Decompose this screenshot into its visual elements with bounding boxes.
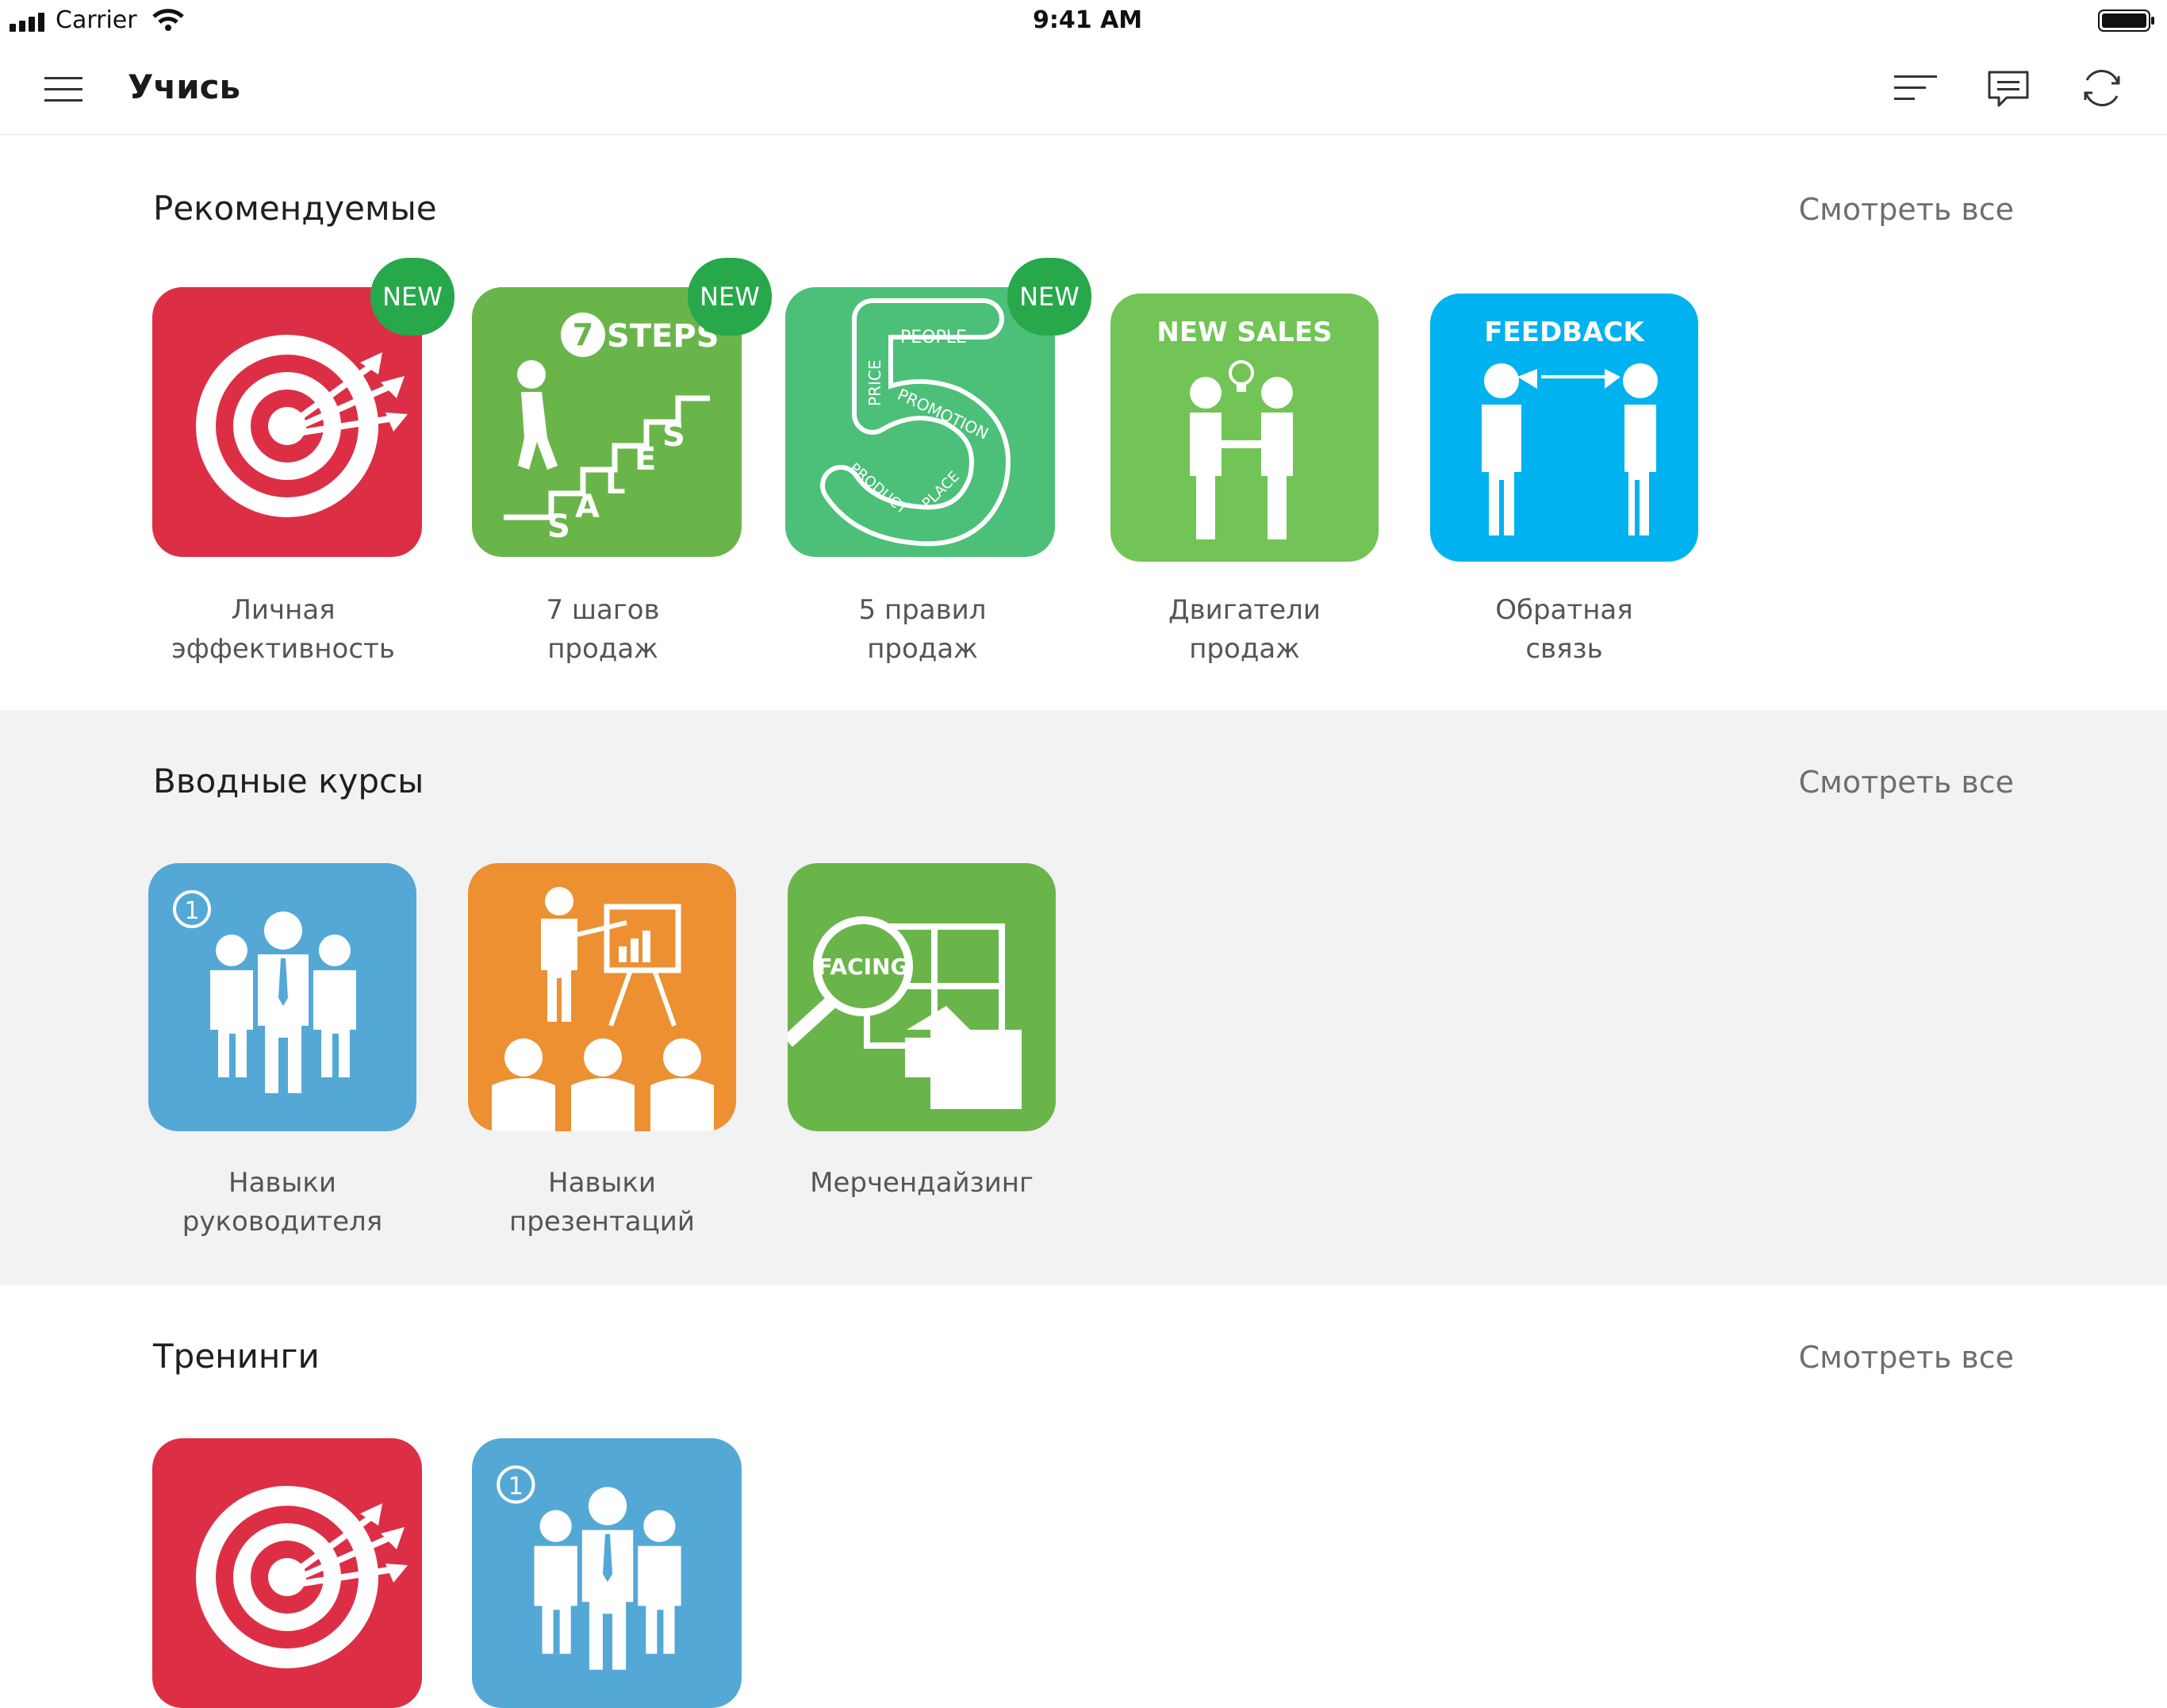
svg-text:PEOPLE: PEOPLE — [900, 328, 967, 347]
wifi-icon — [152, 9, 184, 31]
tile-label: Двигатели продаж — [1168, 594, 1321, 665]
course-tile-leadership[interactable]: 1 — [472, 1438, 742, 1708]
chat-icon[interactable] — [1983, 63, 2034, 113]
sort-icon[interactable] — [1889, 63, 1940, 113]
section-intro-courses: Вводные курсы Смотреть все 1 Навыки руков… — [0, 710, 2167, 1285]
feedback-icon: FEEDBACK — [1482, 317, 1658, 535]
signal-icon — [10, 13, 44, 32]
svg-text:A: A — [575, 489, 600, 525]
target-icon — [196, 335, 408, 517]
tile-label: Личная эффективность — [171, 594, 395, 665]
see-all-link[interactable]: Смотреть все — [1799, 1335, 2014, 1380]
svg-text:1: 1 — [184, 897, 199, 925]
tile-label: Навыки презентаций — [509, 1167, 695, 1238]
course-tile-personal-effectiveness[interactable] — [152, 287, 422, 557]
course-tile-personal-effectiveness[interactable] — [152, 1438, 422, 1708]
course-tile-7-steps[interactable]: 7 STEPS S A L E S — [472, 287, 742, 557]
see-all-link[interactable]: Смотреть все — [1799, 760, 2014, 804]
course-tile-leadership[interactable]: 1 — [148, 863, 416, 1131]
svg-text:E: E — [635, 441, 656, 478]
new-badge: NEW — [370, 258, 454, 336]
sales-steps-icon: 7 STEPS S A L E S — [504, 313, 719, 545]
svg-text:S: S — [547, 509, 570, 545]
status-bar: Carrier 9:41 AM — [0, 0, 2167, 41]
section-trainings: Тренинги Смотреть все 1 — [0, 1285, 2167, 1708]
svg-text:NEW SALES: NEW SALES — [1156, 317, 1332, 348]
battery-icon — [2098, 10, 2154, 32]
svg-text:FEEDBACK: FEEDBACK — [1484, 317, 1645, 348]
course-tile-sales-drivers[interactable]: NEW SALES — [1110, 294, 1379, 562]
merchandising-icon: FACING — [788, 916, 1022, 1109]
page-title: Учись — [128, 67, 241, 106]
svg-text:S: S — [662, 417, 685, 454]
tile-label: Мерчендайзинг — [810, 1167, 1034, 1199]
five-rules-icon: PEOPLE PRICE PROMOTION PRODUCT PLACE — [820, 298, 1011, 547]
clock: 9:41 AM — [1033, 6, 1143, 34]
hamburger-menu-icon[interactable] — [38, 63, 89, 113]
target-icon — [196, 1486, 408, 1668]
nav-bar: Учись — [0, 41, 2167, 136]
svg-text:FACING: FACING — [818, 954, 909, 980]
tile-label: 5 правил продаж — [858, 594, 987, 665]
presentation-icon — [492, 887, 714, 1131]
refresh-icon[interactable] — [2077, 63, 2127, 113]
see-all-link[interactable]: Смотреть все — [1799, 187, 2014, 232]
course-tile-merchandising[interactable]: FACING — [788, 863, 1056, 1131]
tile-label: Навыки руководителя — [182, 1167, 383, 1238]
svg-text:7: 7 — [573, 317, 593, 352]
section-recommended: Рекомендуемые Смотреть все NEW Личная эфф… — [0, 135, 2167, 710]
section-title: Вводные курсы — [153, 762, 424, 800]
tile-label: Обратная связь — [1495, 594, 1633, 665]
course-tile-presentation[interactable] — [468, 863, 736, 1131]
svg-text:1: 1 — [508, 1472, 524, 1500]
section-title: Тренинги — [153, 1337, 320, 1376]
team-icon: 1 — [497, 1465, 681, 1670]
new-badge: NEW — [688, 258, 772, 336]
tile-label: 7 шагов продаж — [546, 594, 660, 665]
team-icon: 1 — [173, 890, 356, 1093]
svg-text:PRICE: PRICE — [865, 360, 884, 406]
course-tile-5-rules[interactable]: PEOPLE PRICE PROMOTION PRODUCT PLACE — [785, 287, 1055, 557]
section-title: Рекомендуемые — [153, 189, 437, 228]
handshake-icon: NEW SALES — [1156, 317, 1333, 539]
course-tile-feedback[interactable]: FEEDBACK — [1430, 294, 1698, 562]
carrier-label: Carrier — [56, 6, 137, 34]
svg-text:L: L — [605, 465, 626, 501]
new-badge: NEW — [1007, 258, 1091, 336]
